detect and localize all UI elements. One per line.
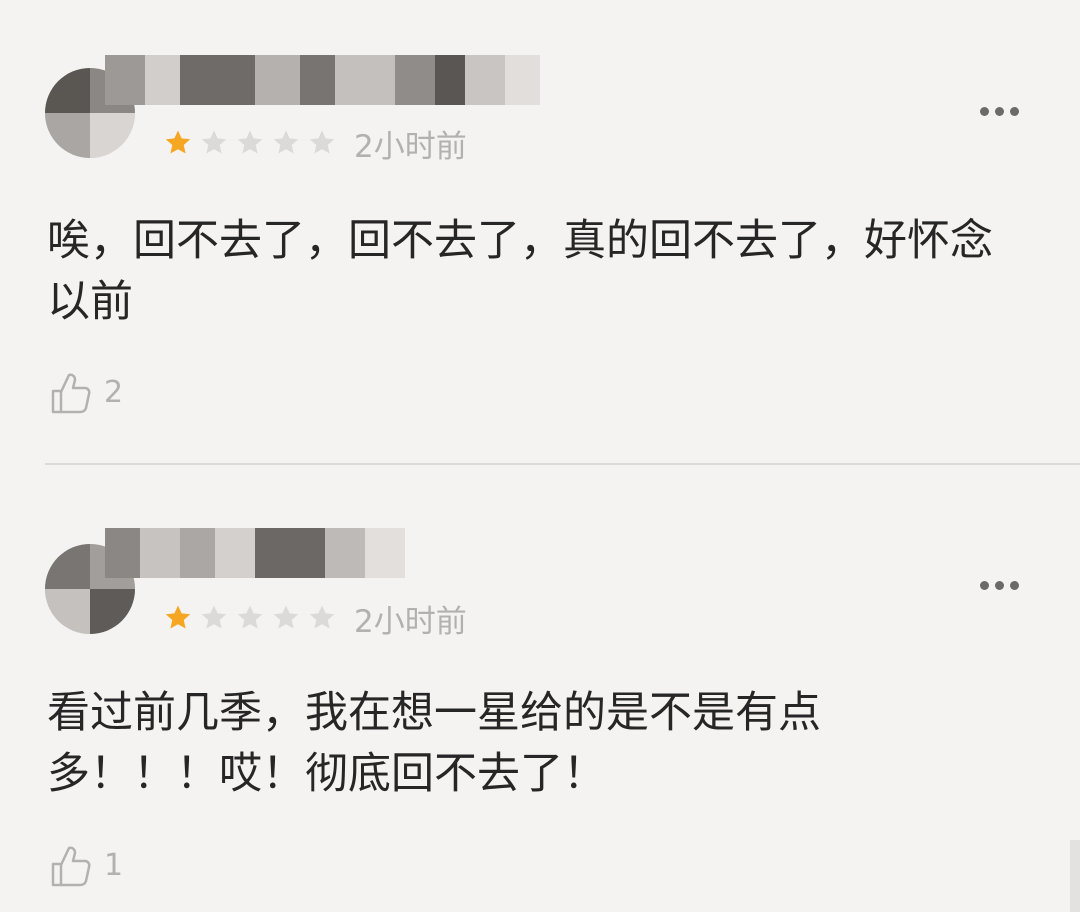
review-item: 2小时前 唉，回不去了，回不去了，真的回不去了，好怀念以前 2 bbox=[0, 0, 1080, 464]
star-rating bbox=[163, 603, 337, 633]
more-options-button[interactable] bbox=[970, 96, 1028, 126]
review-content: 看过前几季，我在想一星给的是不是有点多！！！哎！彻底回不去了！ bbox=[47, 688, 821, 799]
divider bbox=[45, 463, 1080, 465]
star-icon bbox=[237, 130, 263, 154]
star-icon bbox=[165, 130, 191, 154]
star-icon bbox=[201, 130, 227, 154]
like-count: 2 bbox=[104, 375, 124, 410]
star-icon bbox=[201, 605, 227, 629]
review-content: 唉，回不去了，回不去了，真的回不去了，好怀念以前 bbox=[47, 216, 993, 327]
star-icon bbox=[273, 605, 299, 629]
star-icon bbox=[309, 605, 335, 629]
scrollbar[interactable] bbox=[1070, 840, 1080, 912]
star-icon bbox=[165, 605, 191, 629]
username[interactable] bbox=[105, 528, 405, 578]
star-icon bbox=[309, 130, 335, 154]
more-dots-icon bbox=[1009, 106, 1019, 116]
review-time: 2小时前 bbox=[354, 129, 467, 165]
star-icon bbox=[237, 605, 263, 629]
more-dots-icon bbox=[994, 106, 1004, 116]
thumbs-up-icon bbox=[51, 846, 91, 887]
more-options-button[interactable] bbox=[970, 570, 1028, 600]
more-dots-icon bbox=[979, 580, 989, 590]
username[interactable] bbox=[105, 55, 540, 105]
thumbs-up-icon bbox=[51, 373, 91, 414]
more-dots-icon bbox=[994, 580, 1004, 590]
more-dots-icon bbox=[979, 106, 989, 116]
like-count: 1 bbox=[104, 848, 124, 883]
review-time: 2小时前 bbox=[354, 604, 467, 640]
star-icon bbox=[273, 130, 299, 154]
more-dots-icon bbox=[1009, 580, 1019, 590]
star-rating bbox=[163, 128, 337, 158]
review-item: 2小时前 看过前几季，我在想一星给的是不是有点多！！！哎！彻底回不去了！ 1 bbox=[0, 466, 1080, 912]
like-button[interactable]: 1 bbox=[50, 844, 123, 888]
like-button[interactable]: 2 bbox=[50, 371, 123, 415]
